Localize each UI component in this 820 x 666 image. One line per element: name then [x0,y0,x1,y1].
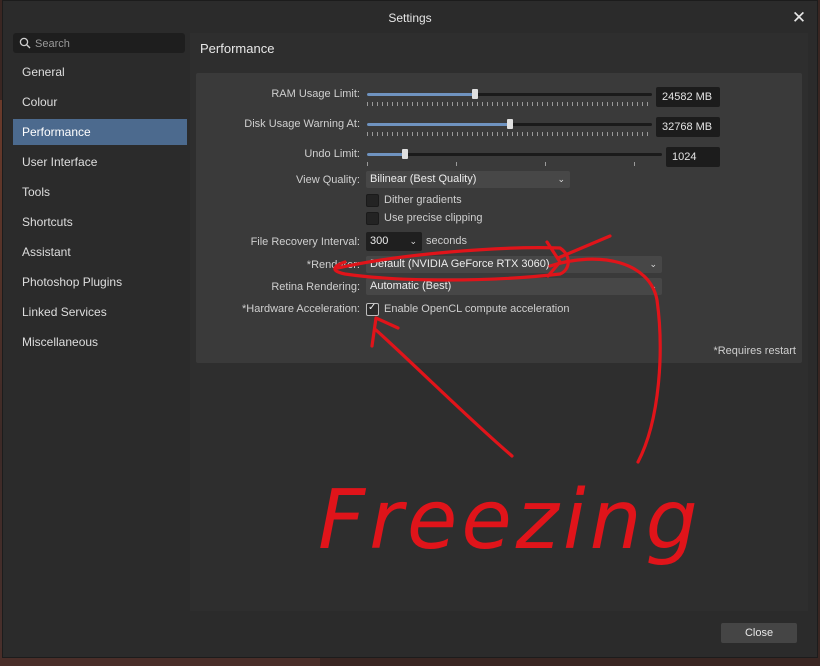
renderer-label: *Renderer: [306,259,360,271]
sidebar-item-performance[interactable]: Performance [13,119,187,145]
file-recovery-label: File Recovery Interval: [250,236,360,248]
sidebar-item-user-interface[interactable]: User Interface [13,149,187,175]
undo-limit-fill [367,153,406,156]
ram-limit-thumb[interactable] [472,89,479,99]
undo-limit-thumb[interactable] [402,149,409,159]
file-recovery-value: 300 [370,235,389,247]
renderer-dropdown[interactable]: Default (NVIDIA GeForce RTX 3060) ⌄ [366,256,662,273]
undo-limit-value[interactable]: 1024 [666,147,720,167]
undo-limit-ticks [367,162,662,166]
ram-limit-ticks [367,102,652,106]
requires-restart-note: *Requires restart [713,345,796,357]
settings-dialog: Settings ✕ General Colour Performance Us… [2,0,818,658]
dither-gradients-label: Dither gradients [384,194,462,206]
sidebar-item-photoshop-plugins[interactable]: Photoshop Plugins [13,269,187,295]
performance-panel: RAM Usage Limit: 24582 MB Disk Usage War… [196,73,802,363]
settings-content: Performance RAM Usage Limit: 24582 MB Di… [190,33,808,611]
chevron-down-icon: ⌄ [649,259,657,269]
precise-clipping-label: Use precise clipping [384,212,483,224]
search-icon [19,37,31,49]
retina-rendering-label: Retina Rendering: [271,281,360,293]
search-input[interactable] [33,33,183,55]
search-box [13,33,185,55]
renderer-value: Default (NVIDIA GeForce RTX 3060) [370,258,550,270]
page-title: Performance [200,41,275,56]
chevron-down-icon: ⌄ [409,236,417,246]
disk-warning-thumb[interactable] [506,119,513,129]
undo-limit-slider[interactable] [367,149,662,159]
file-recovery-dropdown[interactable]: 300 ⌄ [366,232,422,251]
sidebar-item-linked-services[interactable]: Linked Services [13,299,187,325]
precise-clipping-checkbox[interactable] [366,212,379,225]
sidebar-item-assistant[interactable]: Assistant [13,239,187,265]
ram-limit-fill [367,93,476,96]
hardware-acceleration-label: *Hardware Acceleration: [241,303,360,315]
disk-warning-fill [367,123,510,126]
chevron-down-icon: ⌄ [557,174,565,184]
ram-limit-slider[interactable] [367,89,652,99]
sidebar-nav: General Colour Performance User Interfac… [13,59,187,359]
undo-limit-label: Undo Limit: [304,148,360,160]
view-quality-dropdown[interactable]: Bilinear (Best Quality) ⌄ [366,171,570,188]
close-icon[interactable]: ✕ [789,1,809,35]
dialog-title: Settings [388,11,432,25]
file-recovery-unit: seconds [426,235,467,247]
sidebar-item-general[interactable]: General [13,59,187,85]
sidebar-item-tools[interactable]: Tools [13,179,187,205]
sidebar-item-colour[interactable]: Colour [13,89,187,115]
chevron-down-icon: ⌄ [649,281,657,291]
close-button[interactable]: Close [721,623,797,643]
ram-limit-label: RAM Usage Limit: [271,88,360,100]
retina-rendering-dropdown[interactable]: Automatic (Best) ⌄ [366,278,662,295]
view-quality-value: Bilinear (Best Quality) [370,173,477,185]
sidebar-item-shortcuts[interactable]: Shortcuts [13,209,187,235]
disk-warning-value[interactable]: 32768 MB [656,117,720,137]
ram-limit-value[interactable]: 24582 MB [656,87,720,107]
disk-warning-label: Disk Usage Warning At: [244,118,360,130]
retina-rendering-value: Automatic (Best) [370,280,452,292]
dither-gradients-checkbox[interactable] [366,194,379,207]
disk-warning-ticks [367,132,652,136]
opencl-label: Enable OpenCL compute acceleration [384,303,570,315]
view-quality-label: View Quality: [296,174,360,186]
opencl-checkbox[interactable] [366,302,379,316]
disk-warning-slider[interactable] [367,119,652,129]
sidebar-item-miscellaneous[interactable]: Miscellaneous [13,329,187,355]
